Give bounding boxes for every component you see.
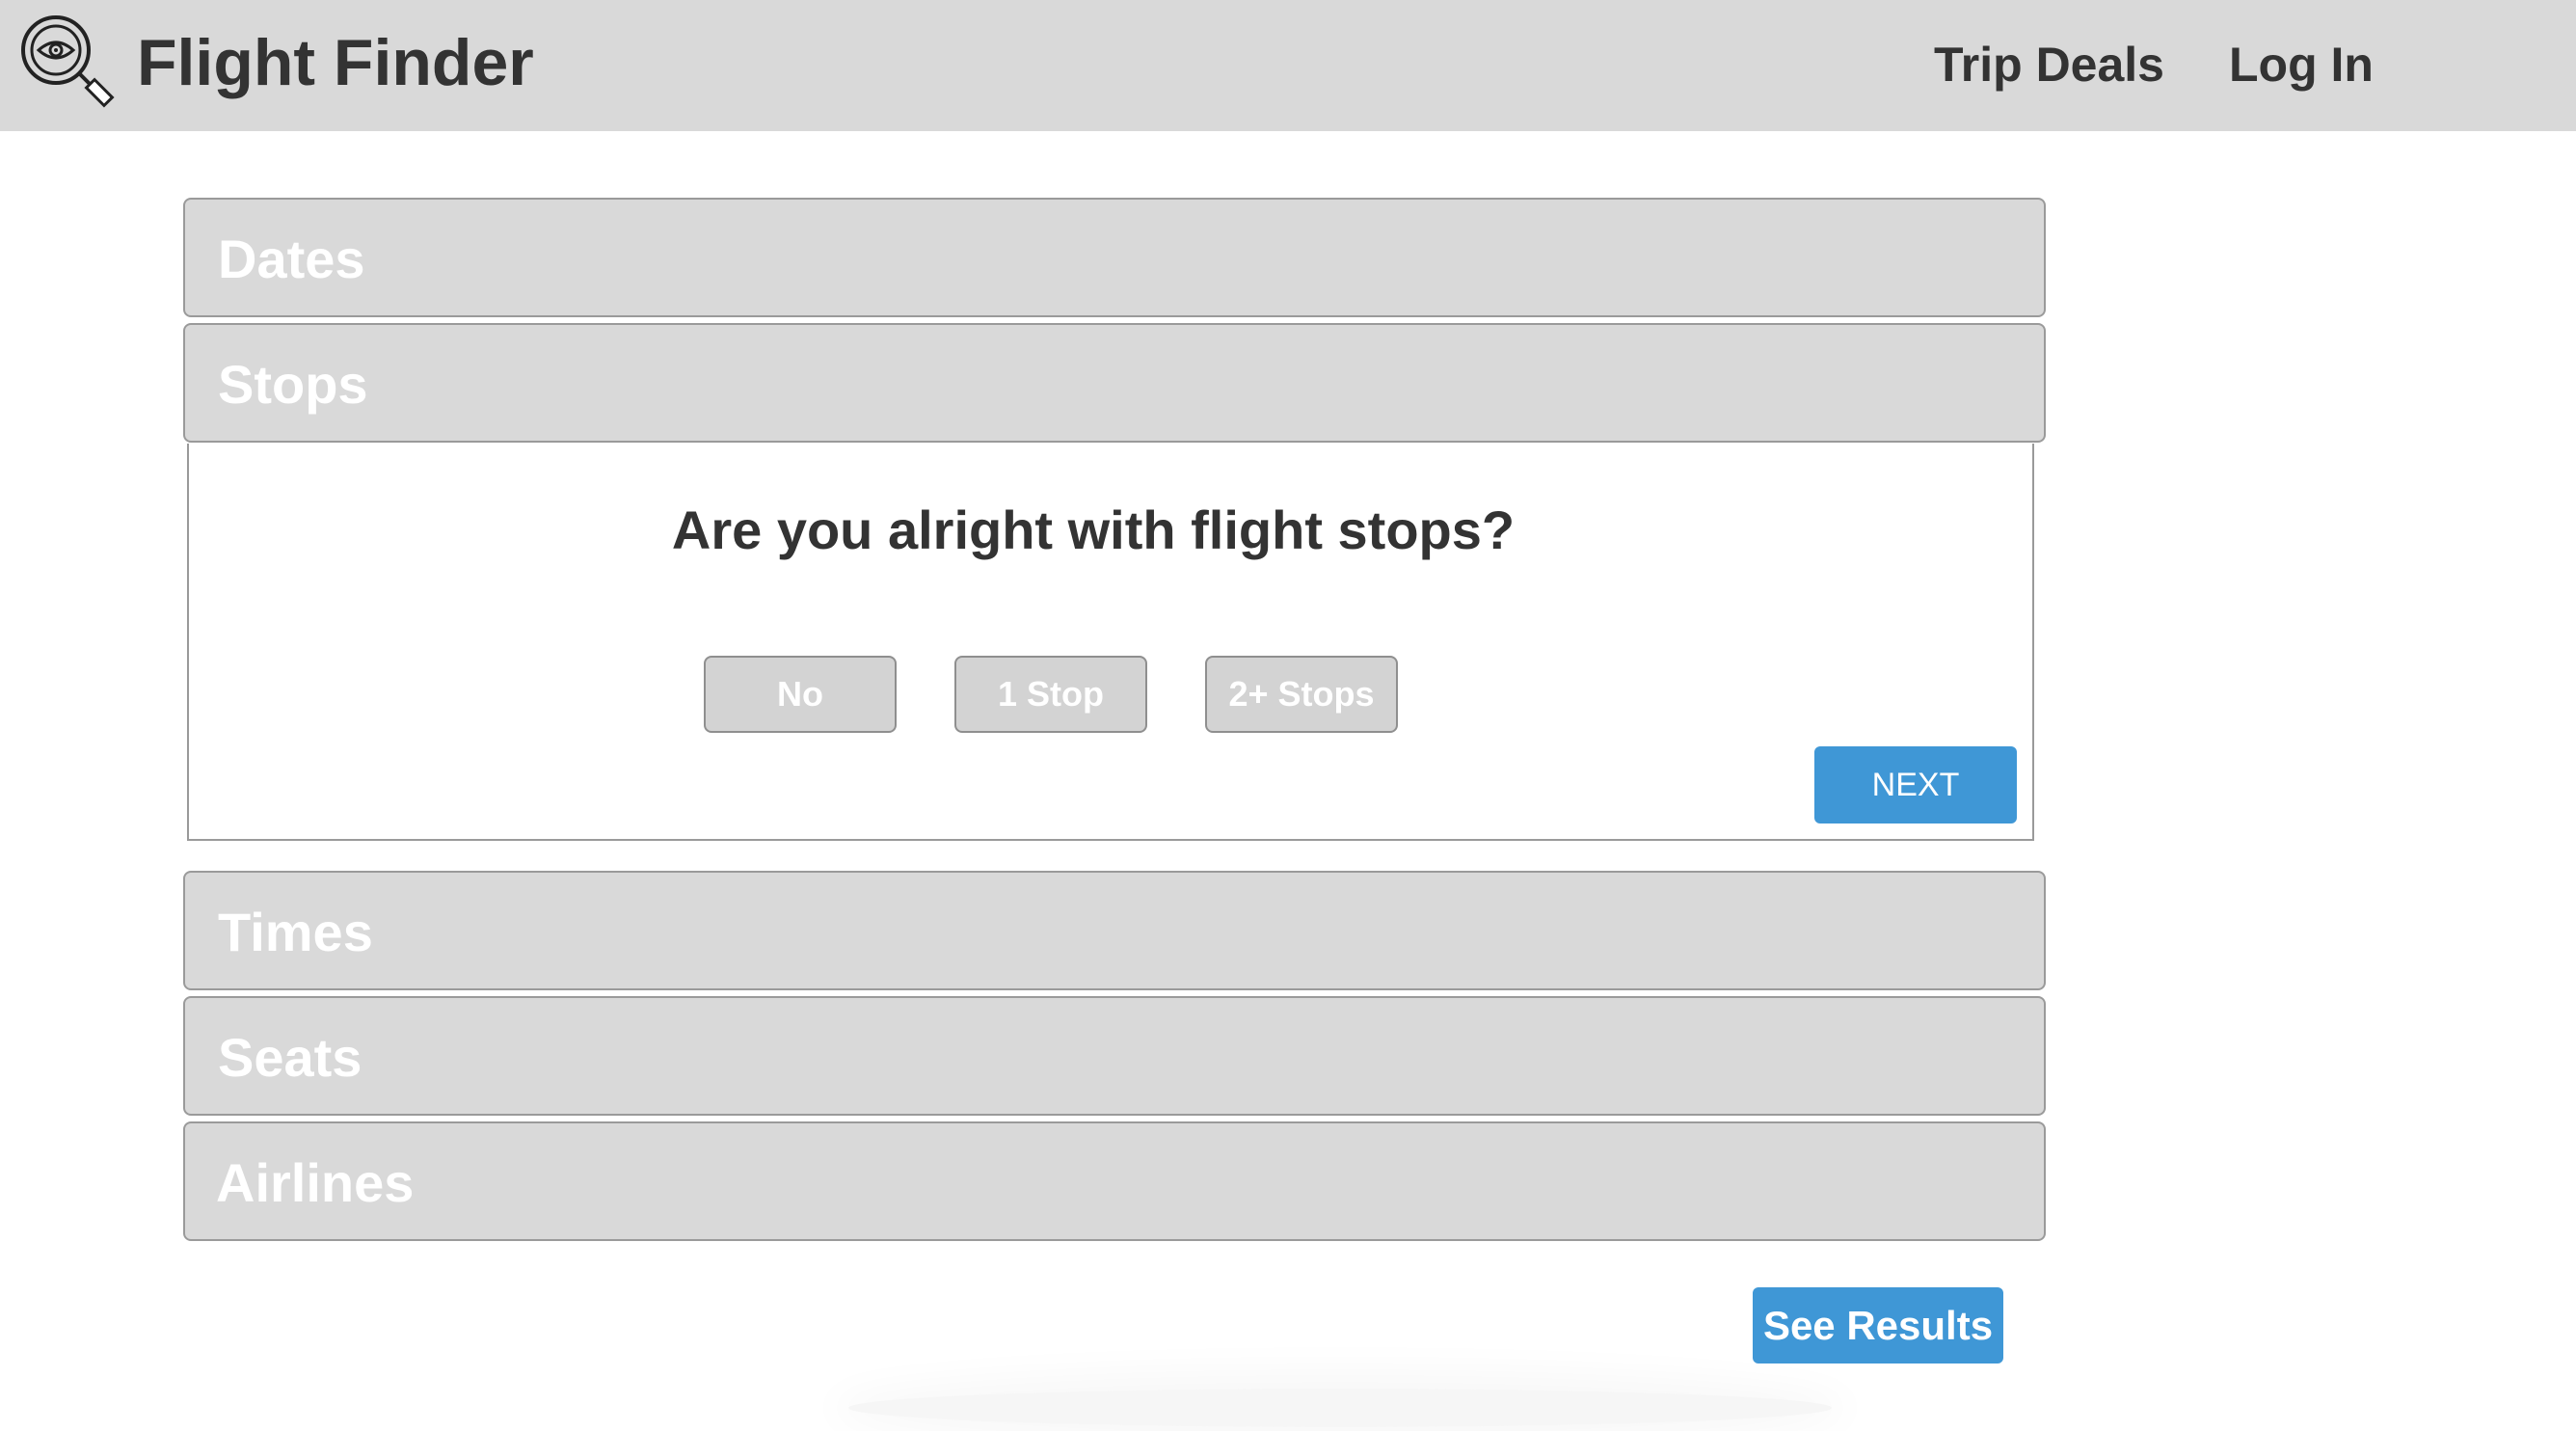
- option-no-button[interactable]: No: [704, 656, 897, 733]
- accordion-airlines-header[interactable]: Airlines: [183, 1121, 2046, 1241]
- see-results-button[interactable]: See Results: [1753, 1287, 2003, 1364]
- accordion-stops-label: Stops: [218, 354, 368, 415]
- flight-finder-page: Flight Finder Trip Deals Log In Dates St…: [0, 0, 2576, 1431]
- accordion-airlines-label: Airlines: [216, 1152, 415, 1213]
- option-2-plus-stops-button[interactable]: 2+ Stops: [1205, 656, 1398, 733]
- bottom-shadow: [848, 1389, 1832, 1427]
- next-button[interactable]: NEXT: [1814, 746, 2017, 824]
- accordion-times-label: Times: [218, 902, 373, 962]
- stops-panel: Are you alright with flight stops? No 1 …: [187, 444, 2034, 841]
- top-header: Flight Finder Trip Deals Log In: [0, 0, 2576, 131]
- accordion-dates-header[interactable]: Dates: [183, 198, 2046, 317]
- magnifier-eye-icon[interactable]: [19, 14, 120, 114]
- accordion-dates-label: Dates: [218, 229, 365, 289]
- option-1-stop-button[interactable]: 1 Stop: [954, 656, 1147, 733]
- nav-log-in-link[interactable]: Log In: [2229, 35, 2374, 94]
- accordion-times-header[interactable]: Times: [183, 871, 2046, 990]
- nav-trip-deals-link[interactable]: Trip Deals: [1934, 35, 2164, 94]
- accordion-seats-header[interactable]: Seats: [183, 996, 2046, 1116]
- app-title: Flight Finder: [137, 26, 534, 99]
- accordion-stops-header[interactable]: Stops: [183, 323, 2046, 443]
- accordion-seats-label: Seats: [218, 1027, 362, 1088]
- stops-question: Are you alright with flight stops?: [671, 500, 1516, 560]
